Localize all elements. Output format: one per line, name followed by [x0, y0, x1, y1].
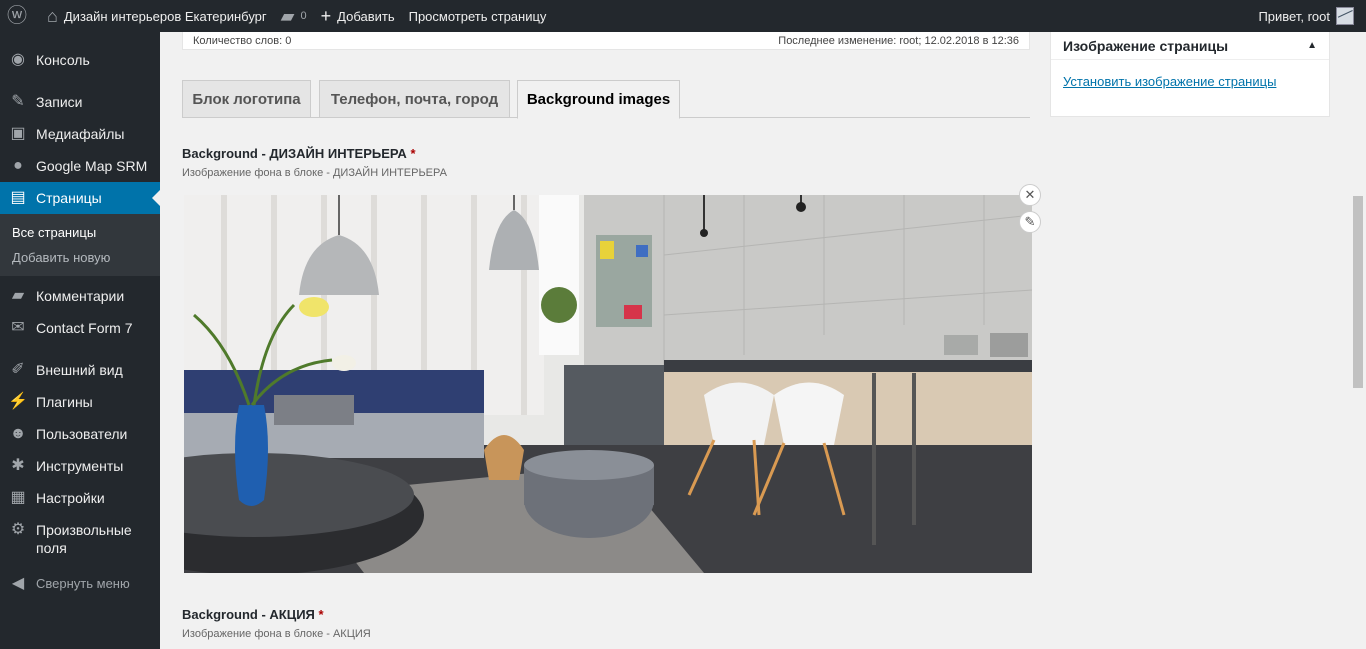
menu-custom-fields[interactable]: ⚙ Произвольные поля: [0, 514, 160, 564]
admin-bar: ⓦ ⌂ Дизайн интерьеров Екатеринбург ▰ 0 + До…: [0, 0, 1366, 32]
plus-icon: +: [320, 6, 332, 26]
map-pin-icon: ●: [13, 157, 23, 174]
menu-google-map[interactable]: ● Google Map SRM: [0, 150, 160, 182]
user-icon: ☻: [9, 425, 27, 442]
menu-appearance[interactable]: ✐ Внешний вид: [0, 354, 160, 386]
my-account-menu[interactable]: Привет, root: [1258, 7, 1366, 25]
menu-plugins[interactable]: ⚡ Плагины: [0, 386, 160, 418]
collapse-menu-button[interactable]: ◀ Свернуть меню: [0, 568, 160, 600]
page-scrollbar[interactable]: [1350, 32, 1366, 649]
menu-contact-form[interactable]: ✉ Contact Form 7: [0, 312, 160, 344]
menu-tools[interactable]: ✱ Инструменты: [0, 450, 160, 482]
wp-logo-menu[interactable]: ⓦ: [0, 0, 40, 32]
submenu-add-new[interactable]: Добавить новую: [0, 245, 160, 270]
set-featured-image-link[interactable]: Установить изображение страницы: [1051, 60, 1329, 103]
home-icon: ⌂: [47, 6, 58, 26]
field-label-design: Background - ДИЗАЙН ИНТЕРЬЕРА *: [182, 146, 416, 161]
menu-comments[interactable]: ▰ Комментарии: [0, 280, 160, 312]
collapse-arrow-icon[interactable]: ▲: [1307, 40, 1317, 51]
menu-users[interactable]: ☻ Пользователи: [0, 418, 160, 450]
scrollbar-thumb[interactable]: [1353, 196, 1363, 388]
field-desc-promo: Изображение фона в блоке - АКЦИЯ: [182, 628, 371, 640]
menu-posts[interactable]: ✎ Записи: [0, 86, 160, 118]
wrench-icon: ✱: [11, 457, 25, 474]
media-icon: ▣: [10, 125, 26, 142]
menu-dashboard[interactable]: ◉ Консоль: [0, 44, 160, 76]
settings-icon: ▦: [10, 489, 26, 506]
tab-background-images[interactable]: Background images: [517, 80, 680, 119]
edit-image-button[interactable]: ✎: [1019, 211, 1041, 233]
avatar: [1336, 7, 1354, 25]
featured-image-box: Изображение страницы ▲ Установить изображ…: [1050, 32, 1330, 117]
field-desc-design: Изображение фона в блоке - ДИЗАЙН ИНТЕРЬ…: [182, 167, 447, 179]
pages-submenu: Все страницы Добавить новую: [0, 214, 160, 276]
main-content: Количество слов: 0 Последнее изменение: …: [160, 32, 1366, 649]
background-image-preview[interactable]: [184, 195, 1032, 573]
remove-image-button[interactable]: ✕: [1019, 184, 1041, 206]
word-count: Количество слов: 0: [193, 34, 292, 47]
comments-link[interactable]: ▰ 0: [274, 0, 314, 32]
gear-icon: ⚙: [10, 521, 26, 538]
last-edit: Последнее изменение: root; 12.02.2018 в …: [778, 34, 1019, 47]
site-name-link[interactable]: ⌂ Дизайн интерьеров Екатеринбург: [40, 0, 274, 32]
field-group-tabs: Блок логотипа Телефон, почта, город Back…: [182, 80, 1030, 119]
pages-icon: ▤: [10, 189, 26, 206]
menu-settings[interactable]: ▦ Настройки: [0, 482, 160, 514]
menu-media[interactable]: ▣ Медиафайлы: [0, 118, 160, 150]
admin-sidebar: ◉ Консоль ✎ Записи ▣ Медиафайлы ● Google Map…: [0, 32, 160, 649]
wordpress-icon: ⓦ: [7, 5, 27, 27]
interior-photo: [184, 195, 1032, 573]
dashboard-icon: ◉: [11, 51, 25, 68]
close-icon: ✕: [1024, 187, 1036, 202]
tab-logo-block[interactable]: Блок логотипа: [182, 80, 311, 118]
collapse-icon: ◀: [11, 575, 25, 592]
pencil-icon: ✎: [1024, 214, 1036, 229]
comment-icon: ▰: [11, 287, 25, 304]
featured-image-title[interactable]: Изображение страницы ▲: [1051, 32, 1329, 60]
brush-icon: ✐: [11, 361, 25, 378]
view-page-link[interactable]: Просмотреть страницу: [402, 0, 554, 32]
menu-pages[interactable]: ▤ Страницы: [0, 182, 160, 214]
submenu-all-pages[interactable]: Все страницы: [0, 220, 160, 245]
editor-status-bar: Количество слов: 0 Последнее изменение: …: [182, 32, 1030, 50]
comment-icon: ▰: [280, 6, 295, 26]
pin-icon: ✎: [11, 93, 25, 110]
mail-icon: ✉: [11, 319, 25, 336]
add-new-menu[interactable]: + Добавить: [314, 0, 402, 32]
field-label-promo: Background - АКЦИЯ *: [182, 607, 324, 622]
plugin-icon: ⚡: [8, 393, 28, 410]
tab-contacts[interactable]: Телефон, почта, город: [319, 80, 510, 118]
